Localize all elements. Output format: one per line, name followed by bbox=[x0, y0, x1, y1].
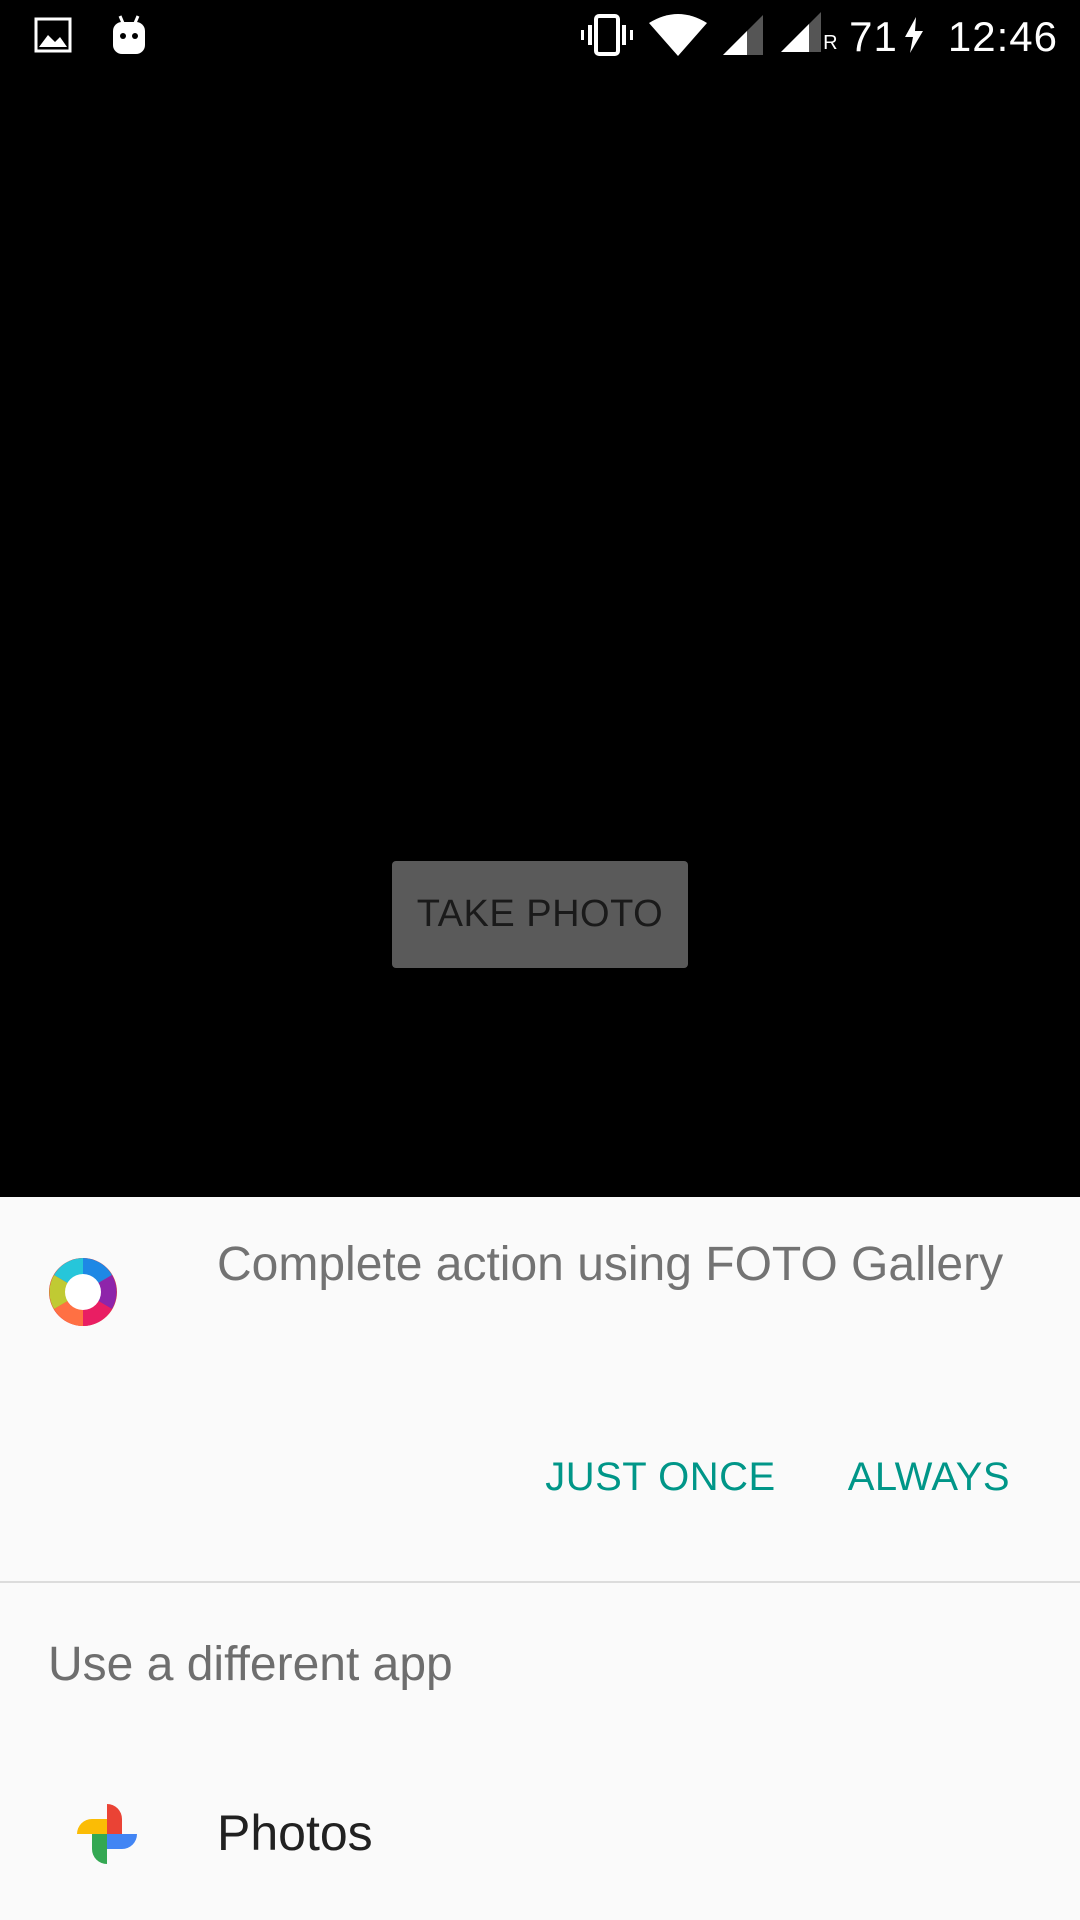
vibrate-icon bbox=[579, 13, 635, 62]
signal-icon bbox=[721, 13, 765, 62]
roaming-signal-icon: R bbox=[779, 10, 838, 65]
chooser-actions: JUST ONCE ALWAYS bbox=[545, 1455, 1010, 1500]
google-photos-icon bbox=[72, 1799, 142, 1869]
divider bbox=[0, 1581, 1080, 1583]
use-different-app-label: Use a different app bbox=[48, 1638, 453, 1691]
charging-icon bbox=[902, 15, 926, 60]
android-notification-icon bbox=[110, 14, 148, 61]
battery-level: 71 bbox=[849, 13, 898, 60]
app-list-item-label: Photos bbox=[217, 1805, 373, 1861]
just-once-button[interactable]: JUST ONCE bbox=[545, 1455, 775, 1500]
status-bar: R 71 12:46 bbox=[0, 0, 1080, 72]
app-chooser-sheet: Complete action using FOTO Gallery JUST … bbox=[0, 1197, 1080, 1920]
always-button[interactable]: ALWAYS bbox=[848, 1455, 1010, 1500]
clock: 12:46 bbox=[947, 13, 1058, 60]
wifi-icon bbox=[649, 13, 708, 62]
take-photo-button[interactable]: TAKE PHOTO bbox=[392, 861, 688, 968]
app-list-item-photos[interactable]: Photos bbox=[0, 1782, 1080, 1902]
gallery-notification-icon bbox=[34, 17, 72, 58]
roaming-label: R bbox=[823, 31, 838, 54]
app-content: TAKE PHOTO bbox=[0, 72, 1080, 1197]
chooser-title: Complete action using FOTO Gallery bbox=[217, 1238, 1004, 1291]
foto-gallery-icon bbox=[48, 1257, 118, 1327]
